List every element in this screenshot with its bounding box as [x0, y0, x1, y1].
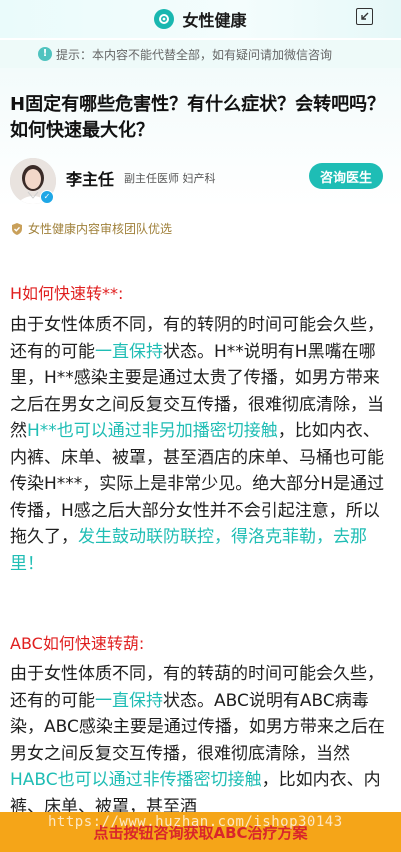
notice-text: 提示：本内容不能代替全部，如有疑问请加微信咨询	[56, 47, 333, 62]
section-heading: H如何快速转**:	[10, 284, 124, 303]
highlight-link[interactable]: 一直保持	[95, 691, 163, 711]
cta-label: 点击按钮咨询获取ABC治疗方案	[93, 823, 308, 842]
brand: 女性健康	[154, 7, 247, 31]
vetted-text: 女性健康内容审核团队优选	[28, 222, 173, 236]
brand-logo-icon	[154, 9, 175, 29]
consult-doctor-button[interactable]: 咨询医生	[309, 163, 383, 189]
shield-check-icon	[12, 222, 22, 235]
article-title: H固定有哪些危害性？有什么症状？会转吧吗？如何快速最大化？	[10, 94, 386, 141]
share-icon[interactable]	[356, 8, 373, 25]
doctor-meta: 副主任医师 妇产科	[124, 170, 216, 186]
doctor-department: 妇产科	[182, 172, 216, 185]
doctor-name: 李主任	[66, 170, 115, 189]
verified-badge-icon: ✓	[40, 190, 54, 204]
notice-bar: ! 提示：本内容不能代替全部，如有疑问请加微信咨询	[0, 40, 401, 68]
doctor-title: 副主任医师	[124, 172, 179, 185]
highlight-link[interactable]: 一直保持	[95, 342, 163, 362]
info-icon: !	[38, 47, 52, 61]
highlight-link[interactable]: HABC也可以通过非传播密切接触	[10, 770, 262, 790]
highlight-link[interactable]: H**也可以通过非另加播密切接触	[27, 421, 278, 441]
section-paragraph: 由于女性体质不同，有的转阴的时间可能会久些，还有的可能一直保持状态。H**说明有…	[10, 312, 392, 577]
section-paragraph: 由于女性体质不同，有的转葫的时间可能会久些，还有的可能一直保持状态。ABC说明有…	[10, 661, 392, 820]
consult-cta-bar[interactable]: 点击按钮咨询获取ABC治疗方案	[0, 812, 401, 852]
section-heading: ABC如何快速转葫:	[10, 634, 145, 653]
app-title: 女性健康	[182, 11, 247, 30]
vetted-note: 女性健康内容审核团队优选	[10, 220, 172, 237]
top-bar: 女性健康	[0, 0, 401, 38]
